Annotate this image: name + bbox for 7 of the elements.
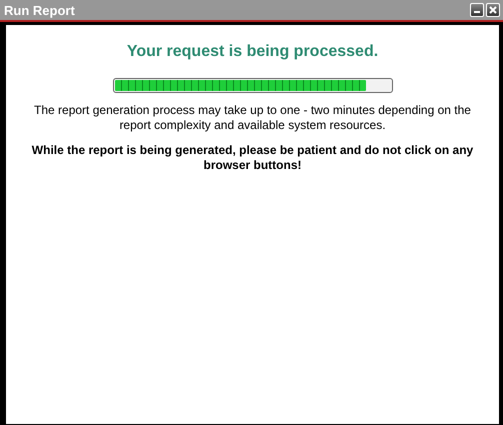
window-title: Run Report [4,2,75,18]
info-text: The report generation process may take up to one - two minutes depending on the report complexity and available system resources. [33,103,472,133]
status-heading: Your request is being processed. [126,43,378,61]
close-button[interactable] [486,3,500,17]
close-icon [489,6,497,14]
minimize-button[interactable] [470,3,484,17]
warning-text: While the report is being generated, please be patient and do not click on any browser buttons! [30,143,474,173]
